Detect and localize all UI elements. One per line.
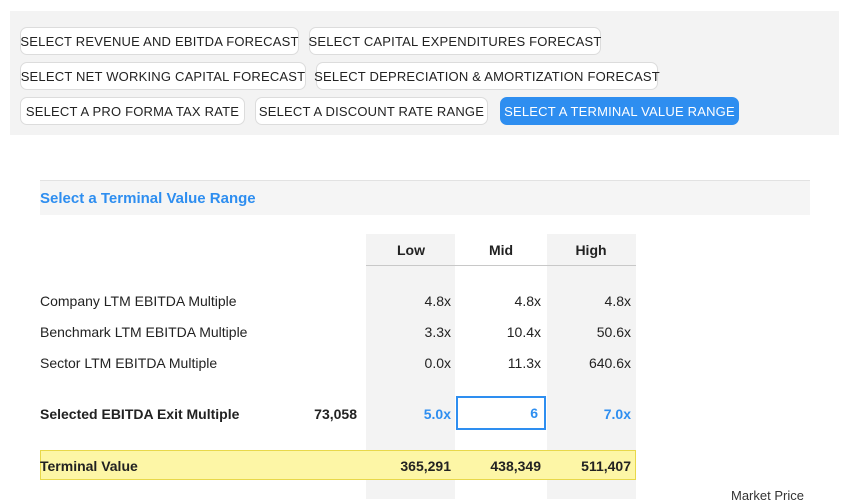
cell-benchmark-low: 3.3x (424, 324, 451, 340)
column-header-high: High (575, 242, 607, 258)
tab-discount-rate-range[interactable]: SELECT A DISCOUNT RATE RANGE (255, 97, 488, 125)
terminal-value-high: 511,407 (581, 458, 631, 474)
selected-ebitda-value: 73,058 (314, 406, 357, 422)
tab-pro-forma-tax-rate[interactable]: SELECT A PRO FORMA TAX RATE (20, 97, 245, 125)
tab-capital-expenditures[interactable]: SELECT CAPITAL EXPENDITURES FORECAST (308, 27, 601, 55)
terminal-value-mid: 438,349 (490, 458, 541, 474)
tab-depreciation-amortization[interactable]: SELECT DEPRECIATION & AMORTIZATION FOREC… (314, 62, 660, 90)
column-header-low: Low (397, 242, 425, 258)
row-label-sector-multiple: Sector LTM EBITDA Multiple (40, 355, 218, 371)
cell-sector-high: 640.6x (588, 355, 631, 371)
cell-benchmark-high: 50.6x (596, 324, 631, 340)
cell-company-low: 4.8x (424, 293, 451, 309)
section-title: Select a Terminal Value Range (40, 190, 256, 207)
tab-terminal-value-range[interactable]: SELECT A TERMINAL VALUE RANGE (500, 97, 739, 125)
cell-company-high: 4.8x (604, 293, 631, 309)
mid-multiple-input[interactable] (456, 396, 546, 430)
cell-sector-low: 0.0x (424, 355, 451, 371)
header-divider (366, 265, 636, 266)
cell-benchmark-mid: 10.4x (506, 324, 541, 340)
selected-high-multiple: 7.0x (603, 406, 631, 422)
market-price-label: Market Price (731, 488, 804, 503)
row-label-benchmark-multiple: Benchmark LTM EBITDA Multiple (40, 324, 248, 340)
cell-sector-mid: 11.3x (507, 355, 541, 371)
column-header-mid: Mid (488, 242, 514, 258)
cell-company-mid: 4.8x (514, 293, 541, 309)
tab-revenue-ebitda[interactable]: SELECT REVENUE AND EBITDA FORECAST (20, 27, 299, 55)
row-label-company-multiple: Company LTM EBITDA Multiple (40, 293, 237, 309)
row-label-selected-multiple: Selected EBITDA Exit Multiple (40, 406, 240, 422)
terminal-value-label: Terminal Value (40, 458, 138, 474)
forecast-tab-bar: SELECT REVENUE AND EBITDA FORECAST SELEC… (10, 11, 839, 135)
tab-net-working-capital[interactable]: SELECT NET WORKING CAPITAL FORECAST (20, 62, 306, 90)
terminal-value-low: 365,291 (400, 458, 451, 474)
selected-low-multiple: 5.0x (423, 406, 451, 422)
